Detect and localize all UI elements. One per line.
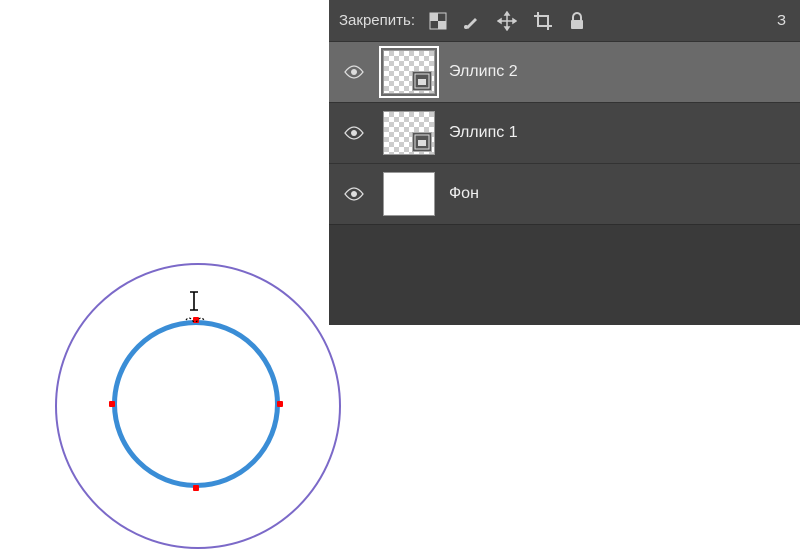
brush-icon[interactable]	[463, 12, 481, 30]
visibility-toggle[interactable]	[344, 65, 364, 79]
type-on-path-cursor[interactable]	[184, 290, 206, 328]
layer-thumbnail[interactable]	[383, 50, 435, 94]
shape-layer-icon	[412, 132, 432, 152]
layer-row[interactable]: Эллипс 1	[329, 102, 800, 163]
anchor-point-right[interactable]	[277, 401, 283, 407]
lock-right-text: З	[777, 12, 790, 29]
anchor-point-bottom[interactable]	[193, 485, 199, 491]
inner-ellipse-path[interactable]	[112, 320, 280, 488]
layer-row[interactable]: Эллипс 2	[329, 41, 800, 102]
layer-thumbnail[interactable]	[383, 111, 435, 155]
lock-icon[interactable]	[569, 12, 585, 30]
layers-panel: Закрепить: З	[329, 0, 800, 322]
layer-row[interactable]: Фон	[329, 163, 800, 224]
inner-ellipse-stroke	[112, 320, 280, 488]
shape-layer-icon	[412, 71, 432, 91]
visibility-toggle[interactable]	[344, 187, 364, 201]
anchor-point-left[interactable]	[109, 401, 115, 407]
lock-toolbar: Закрепить: З	[329, 0, 800, 41]
crop-icon[interactable]	[533, 11, 553, 31]
lock-label: Закрепить:	[339, 12, 415, 29]
move-icon[interactable]	[497, 11, 517, 31]
layer-name[interactable]: Фон	[449, 185, 479, 203]
layer-name[interactable]: Эллипс 2	[449, 63, 518, 81]
lock-icons-group	[429, 11, 585, 31]
visibility-toggle[interactable]	[344, 126, 364, 140]
layer-thumbnail[interactable]	[383, 172, 435, 216]
layer-name[interactable]: Эллипс 1	[449, 124, 518, 142]
pixels-icon[interactable]	[429, 12, 447, 30]
layers-empty-area[interactable]	[329, 224, 800, 325]
